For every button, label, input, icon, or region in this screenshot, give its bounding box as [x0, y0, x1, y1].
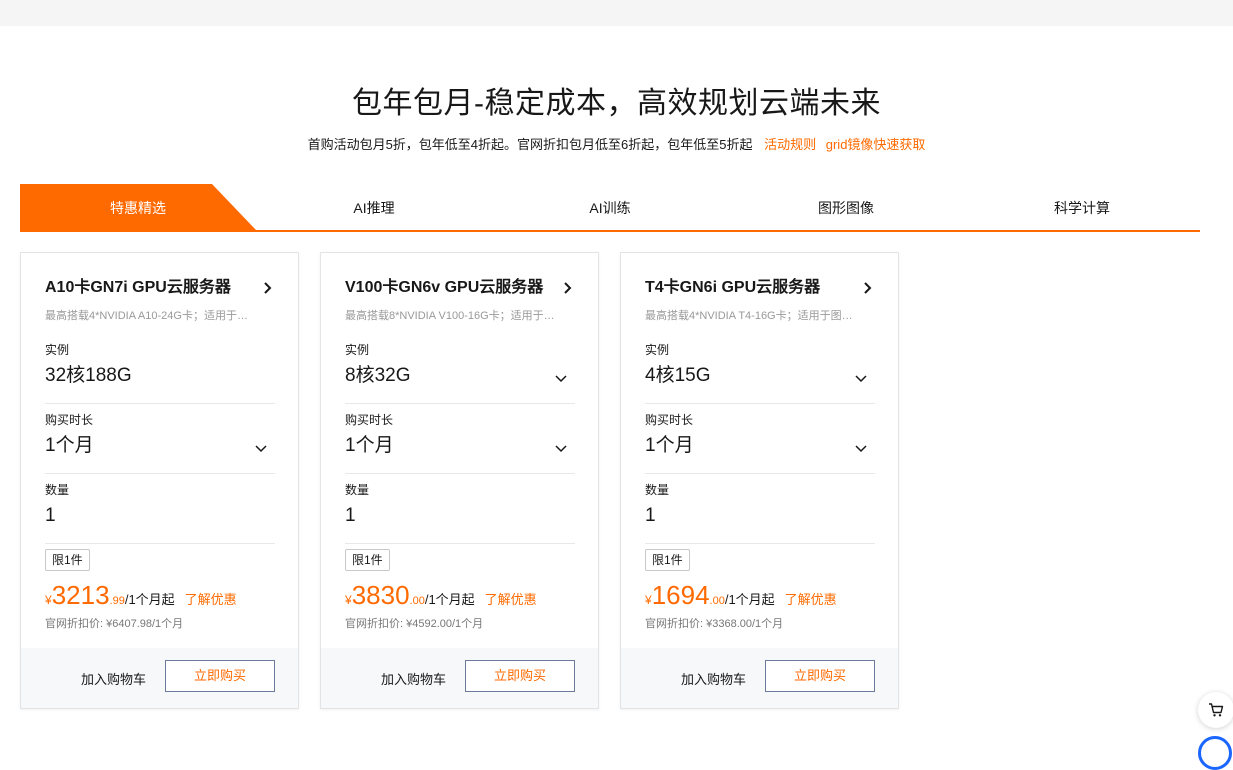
promo-line: 首购活动包月5折，包年低至4折起。官网折扣包月低至6折起，包年低至5折起 活动规… — [0, 134, 1233, 153]
quantity-value: 1 — [345, 505, 356, 526]
quantity-field: 数量 1 — [645, 483, 875, 544]
quantity-label: 数量 — [645, 483, 670, 497]
category-tabs: 特惠精选 AI推理 AI训练 图形图像 科学计算 — [20, 184, 1200, 232]
duration-select[interactable]: 1个月 — [645, 433, 875, 459]
offer-link[interactable]: 了解优惠 — [485, 592, 537, 607]
offer-link[interactable]: 了解优惠 — [185, 592, 237, 607]
price-currency: ¥ — [345, 593, 352, 607]
price-unit: /1个月起 — [424, 592, 475, 607]
card-header[interactable]: A10卡GN7i GPU云服务器 最高搭载4*NVIDIA A10-24G卡；适… — [45, 277, 275, 323]
limit-badge: 限1件 — [645, 549, 690, 571]
instance-value: 32核188G — [45, 365, 132, 386]
quantity-field: 数量 1 — [345, 483, 575, 544]
duration-label: 购买时长 — [345, 413, 394, 427]
price-row: ¥3830.00/1个月起 了解优惠 — [345, 579, 585, 611]
price-unit: /1个月起 — [124, 592, 175, 607]
duration-select[interactable]: 1个月 — [45, 433, 275, 459]
buy-now-button[interactable]: 立即购买 — [465, 660, 575, 692]
floating-cart-button[interactable] — [1198, 692, 1233, 728]
product-card-t4: T4卡GN6i GPU云服务器 最高搭载4*NVIDIA T4-16G卡；适用于… — [620, 252, 899, 709]
card-description: 最高搭载8*NVIDIA V100-16G卡；适用于… — [345, 310, 555, 322]
quantity-label: 数量 — [45, 483, 70, 497]
card-title[interactable]: T4卡GN6i GPU云服务器 — [645, 277, 875, 299]
shopping-cart-icon — [1209, 703, 1224, 717]
tab-ai-training[interactable]: AI训练 — [492, 184, 728, 230]
duration-field[interactable]: 购买时长 1个月 — [645, 413, 875, 474]
limit-badge: 限1件 — [345, 549, 390, 571]
service-icon[interactable] — [1198, 736, 1232, 770]
top-strip — [0, 0, 1233, 26]
original-price: 官网折扣价: ¥3368.00/1个月 — [645, 618, 784, 630]
chevron-right-icon[interactable] — [559, 280, 575, 296]
chevron-right-icon[interactable] — [259, 280, 275, 296]
instance-field[interactable]: 实例 8核32G — [345, 343, 575, 404]
price-integer: 3213 — [51, 580, 110, 610]
chevron-down-icon[interactable] — [553, 440, 569, 456]
instance-select[interactable]: 4核15G — [645, 363, 875, 389]
buy-now-button[interactable]: 立即购买 — [165, 660, 275, 692]
tab-graphics[interactable]: 图形图像 — [728, 184, 964, 230]
product-card-a10: A10卡GN7i GPU云服务器 最高搭载4*NVIDIA A10-24G卡；适… — [20, 252, 299, 709]
duration-select[interactable]: 1个月 — [345, 433, 575, 459]
card-header[interactable]: T4卡GN6i GPU云服务器 最高搭载4*NVIDIA T4-16G卡；适用于… — [645, 277, 875, 323]
limit-badge: 限1件 — [45, 549, 90, 571]
original-price: 官网折扣价: ¥6407.98/1个月 — [45, 618, 184, 630]
instance-select[interactable]: 8核32G — [345, 363, 575, 389]
duration-label: 购买时长 — [45, 413, 94, 427]
price-integer: 3830 — [351, 580, 410, 610]
tab-ai-inference[interactable]: AI推理 — [256, 184, 492, 230]
chevron-down-icon[interactable] — [553, 370, 569, 386]
card-title[interactable]: V100卡GN6v GPU云服务器 — [345, 277, 575, 299]
chevron-down-icon[interactable] — [853, 440, 869, 456]
card-footer: 加入购物车 立即购买 — [321, 648, 598, 708]
instance-label: 实例 — [45, 343, 70, 357]
quantity-value: 1 — [45, 505, 56, 526]
add-to-cart-button[interactable]: 加入购物车 — [81, 669, 146, 688]
page-title: 包年包月-稳定成本，高效规划云端未来 — [352, 87, 881, 120]
rules-link[interactable]: 活动规则 — [764, 137, 816, 152]
add-to-cart-button[interactable]: 加入购物车 — [681, 669, 746, 688]
offer-link[interactable]: 了解优惠 — [785, 592, 837, 607]
price-decimal: .00 — [409, 595, 425, 607]
quantity-label: 数量 — [345, 483, 370, 497]
price-currency: ¥ — [45, 593, 52, 607]
card-footer: 加入购物车 立即购买 — [621, 648, 898, 708]
price-decimal: .00 — [709, 595, 725, 607]
instance-field: 实例 32核188G — [45, 343, 275, 404]
quantity-field: 数量 1 — [45, 483, 275, 544]
promo-text: 首购活动包月5折，包年低至4折起。官网折扣包月低至6折起，包年低至5折起 — [307, 137, 753, 152]
duration-field[interactable]: 购买时长 1个月 — [45, 413, 275, 474]
price-unit: /1个月起 — [724, 592, 775, 607]
grid-image-link[interactable]: grid镜像快速获取 — [826, 137, 926, 152]
tab-featured[interactable]: 特惠精选 — [20, 184, 256, 230]
chevron-down-icon[interactable] — [853, 370, 869, 386]
card-description: 最高搭载4*NVIDIA A10-24G卡；适用于… — [45, 310, 248, 322]
duration-label: 购买时长 — [645, 413, 694, 427]
price-decimal: .99 — [109, 595, 125, 607]
original-price: 官网折扣价: ¥4592.00/1个月 — [345, 618, 484, 630]
chevron-right-icon[interactable] — [859, 280, 875, 296]
price-integer: 1694 — [651, 580, 710, 610]
instance-label: 实例 — [345, 343, 370, 357]
card-title[interactable]: A10卡GN7i GPU云服务器 — [45, 277, 275, 299]
tab-scientific-computing[interactable]: 科学计算 — [964, 184, 1200, 230]
chevron-down-icon[interactable] — [253, 440, 269, 456]
price-row: ¥1694.00/1个月起 了解优惠 — [645, 579, 885, 611]
buy-now-button[interactable]: 立即购买 — [765, 660, 875, 692]
add-to-cart-button[interactable]: 加入购物车 — [381, 669, 446, 688]
quantity-value: 1 — [645, 505, 656, 526]
instance-label: 实例 — [645, 343, 670, 357]
product-card-v100: V100卡GN6v GPU云服务器 最高搭载8*NVIDIA V100-16G卡… — [320, 252, 599, 709]
card-description: 最高搭载4*NVIDIA T4-16G卡；适用于图… — [645, 310, 853, 322]
card-footer: 加入购物车 立即购买 — [21, 648, 298, 708]
instance-field[interactable]: 实例 4核15G — [645, 343, 875, 404]
price-row: ¥3213.99/1个月起 了解优惠 — [45, 579, 285, 611]
duration-field[interactable]: 购买时长 1个月 — [345, 413, 575, 474]
price-currency: ¥ — [645, 593, 652, 607]
card-header[interactable]: V100卡GN6v GPU云服务器 最高搭载8*NVIDIA V100-16G卡… — [345, 277, 575, 323]
